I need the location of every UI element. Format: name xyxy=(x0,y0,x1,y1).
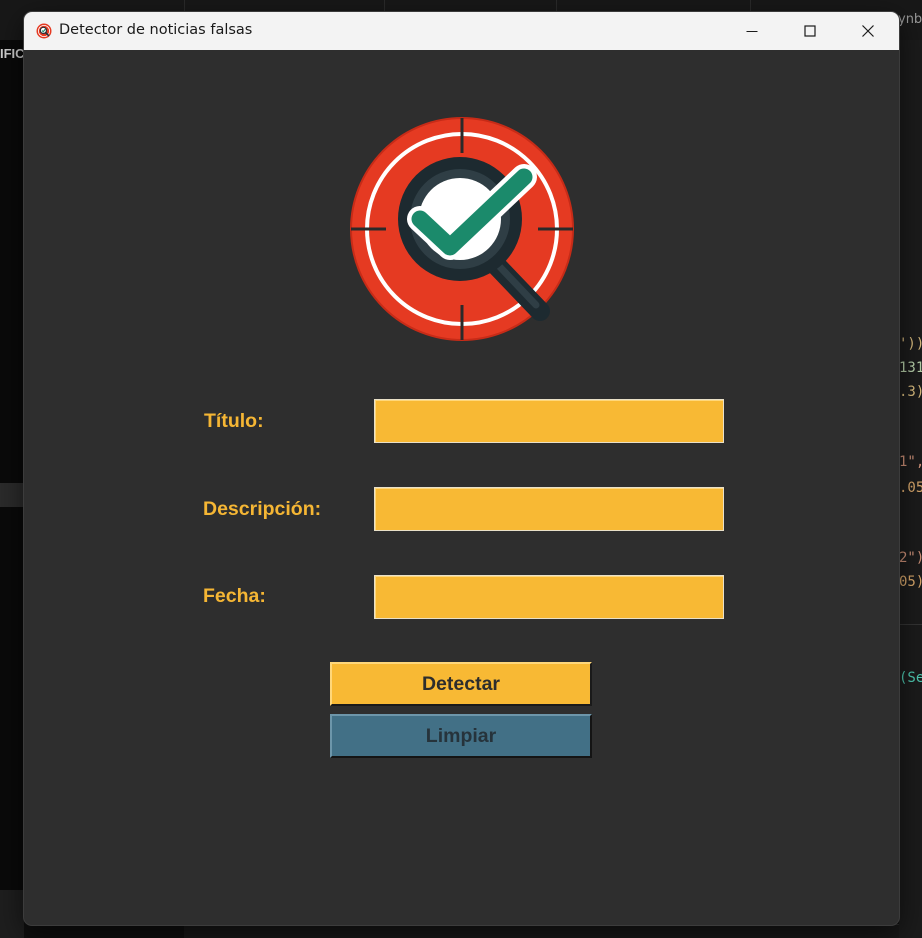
app-logo-icon xyxy=(36,23,52,39)
background-sidebar-footer xyxy=(0,890,24,938)
minimize-icon xyxy=(746,31,758,32)
code-line: 131 xyxy=(899,360,922,376)
code-line: .05 xyxy=(899,480,922,496)
description-input[interactable] xyxy=(374,487,724,531)
title-input[interactable] xyxy=(374,399,724,443)
background-sidebar-label: IFIC xyxy=(0,46,24,61)
background-statusbar xyxy=(184,924,922,938)
app-window: Detector de noticias falsas Título: Desc… xyxy=(24,12,899,925)
maximize-button[interactable] xyxy=(781,12,839,50)
code-line: .3) xyxy=(899,384,922,400)
date-label: Fecha: xyxy=(203,585,266,607)
code-divider xyxy=(899,624,922,625)
code-line: (Se xyxy=(899,670,922,686)
code-line: ')) xyxy=(899,336,922,352)
code-line: 1", xyxy=(899,454,922,470)
description-label: Descripción: xyxy=(203,498,322,520)
maximize-icon xyxy=(804,25,816,37)
detect-button[interactable]: Detectar xyxy=(330,662,592,706)
detect-button-label: Detectar xyxy=(421,672,501,695)
close-button[interactable] xyxy=(839,12,897,50)
close-icon xyxy=(862,25,874,37)
window-title: Detector de noticias falsas xyxy=(59,22,253,38)
background-tab-label: ynb xyxy=(898,12,922,27)
title-label: Título: xyxy=(204,410,264,432)
code-line: 2") xyxy=(899,550,922,566)
fact-check-magnifier-logo xyxy=(350,117,574,341)
background-code-editor: ')) 131 .3) 1", .05 2") 05) (Se xyxy=(899,40,922,938)
date-input[interactable] xyxy=(374,575,724,619)
clear-button-label: Limpiar xyxy=(425,724,497,747)
minimize-button[interactable] xyxy=(723,12,781,50)
title-bar[interactable]: Detector de noticias falsas xyxy=(24,12,899,50)
clear-button[interactable]: Limpiar xyxy=(330,714,592,758)
code-line: 05) xyxy=(899,574,922,590)
background-sidebar-selection xyxy=(0,483,24,507)
